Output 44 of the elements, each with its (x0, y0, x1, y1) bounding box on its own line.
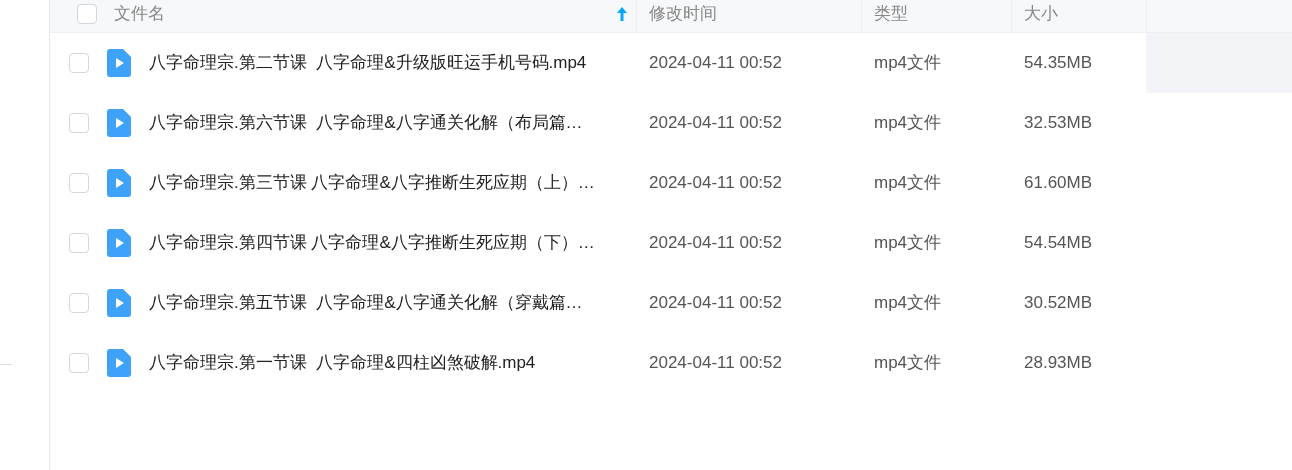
file-type: mp4文件 (874, 112, 942, 135)
file-name[interactable]: 八字命理宗.第三节课 八字命理&八字推断生死应期（上）… (149, 170, 595, 196)
table-row[interactable]: 八字命理宗.第一节课 八字命理&四柱凶煞破解.mp4 2024-04-11 00:52 mp4文件 28.93MB (50, 333, 1292, 393)
checkbox[interactable] (77, 3, 97, 24)
video-file-icon (107, 229, 131, 257)
file-size: 28.93MB (1024, 352, 1093, 375)
file-name[interactable]: 八字命理宗.第六节课 八字命理&八字通关化解（布局篇… (149, 110, 583, 136)
table-row[interactable]: 八字命理宗.第二节课 八字命理&升级版旺运手机号码.mp4 2024-04-11 00:52 mp4文件 54.35MB (50, 33, 1292, 93)
file-size: 54.35MB (1024, 52, 1093, 75)
checkbox[interactable] (69, 233, 89, 253)
file-size: 32.53MB (1024, 112, 1093, 135)
checkbox[interactable] (69, 53, 89, 73)
file-type: mp4文件 (874, 292, 942, 315)
table-row[interactable]: 八字命理宗.第三节课 八字命理&八字推断生死应期（上）… 2024-04-11 00:52 mp4文件 61.60MB (50, 153, 1292, 213)
file-name[interactable]: 八字命理宗.第四节课 八字命理&八字推断生死应期（下）… (149, 230, 595, 256)
video-file-icon (107, 169, 131, 197)
modified-time: 2024-04-11 00:52 (649, 112, 782, 135)
video-file-icon (107, 349, 131, 377)
file-size: 54.54MB (1024, 232, 1093, 255)
video-file-icon (107, 49, 131, 77)
modified-time: 2024-04-11 00:52 (649, 52, 782, 75)
file-type: mp4文件 (874, 232, 942, 255)
checkbox[interactable] (69, 113, 89, 133)
modified-time: 2024-04-11 00:52 (649, 292, 782, 315)
file-size: 61.60MB (1024, 172, 1093, 195)
table-row[interactable]: 八字命理宗.第五节课 八字命理&八字通关化解（穿戴篇… 2024-04-11 00:52 mp4文件 30.52MB (50, 273, 1292, 333)
table-row[interactable]: 八字命理宗.第六节课 八字命理&八字通关化解（布局篇… 2024-04-11 00:52 mp4文件 32.53MB (50, 93, 1292, 153)
file-type: mp4文件 (874, 52, 942, 75)
modified-time: 2024-04-11 00:52 (649, 232, 782, 255)
checkbox[interactable] (69, 293, 89, 313)
file-type: mp4文件 (874, 172, 942, 195)
checkbox[interactable] (69, 353, 89, 373)
modified-time: 2024-04-11 00:52 (649, 172, 782, 195)
file-type: mp4文件 (874, 352, 942, 375)
file-name[interactable]: 八字命理宗.第二节课 八字命理&升级版旺运手机号码.mp4 (149, 50, 587, 76)
file-name[interactable]: 八字命理宗.第五节课 八字命理&八字通关化解（穿戴篇… (149, 290, 583, 316)
file-size: 30.52MB (1024, 292, 1093, 315)
checkbox[interactable] (69, 173, 89, 193)
video-file-icon (107, 109, 131, 137)
sort-arrow-icon[interactable] (617, 6, 627, 21)
file-name[interactable]: 八字命理宗.第一节课 八字命理&四柱凶煞破解.mp4 (149, 350, 536, 376)
table-row[interactable]: 八字命理宗.第四节课 八字命理&八字推断生死应期（下）… 2024-04-11 00:52 mp4文件 54.54MB (50, 213, 1292, 273)
modified-time: 2024-04-11 00:52 (649, 352, 782, 375)
video-file-icon (107, 289, 131, 317)
